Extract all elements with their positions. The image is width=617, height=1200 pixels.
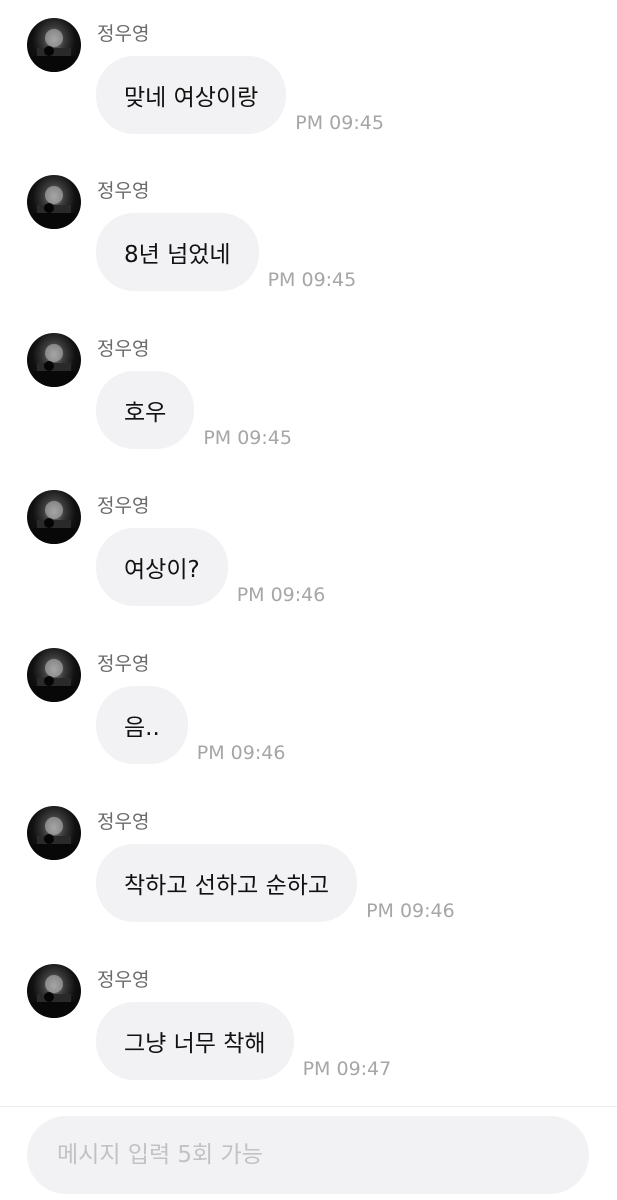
message-item: 정우영 여상이? PM 09:46 (0, 472, 617, 606)
message-time: PM 09:46 (196, 742, 286, 764)
message-bubble[interactable]: 그냥 너무 착해 (96, 1002, 294, 1080)
sender-name: 정우영 (97, 23, 150, 45)
input-divider (0, 1106, 617, 1107)
message-bubble[interactable]: 여상이? (96, 528, 228, 606)
message-bubble[interactable]: 음.. (96, 686, 188, 764)
avatar[interactable] (27, 964, 81, 1018)
message-time: PM 09:45 (267, 269, 357, 291)
message-time: PM 09:45 (203, 427, 292, 449)
message-row: 맞네 여상이랑 PM 09:45 (96, 56, 384, 134)
message-time: PM 09:47 (302, 1058, 392, 1080)
message-bubble[interactable]: 호우 (96, 371, 195, 449)
message-row: 그냥 너무 착해 PM 09:47 (96, 1002, 391, 1080)
message-time: PM 09:45 (295, 112, 384, 134)
message-row: 여상이? PM 09:46 (96, 528, 325, 606)
message-row: 호우 PM 09:45 (96, 371, 292, 449)
message-row: 착하고 선하고 순하고 PM 09:46 (96, 844, 455, 922)
message-bubble[interactable]: 8년 넘었네 (96, 213, 259, 291)
message-item: 정우영 호우 PM 09:45 (0, 315, 617, 449)
message-row: 8년 넘었네 PM 09:45 (96, 213, 356, 291)
sender-name: 정우영 (97, 495, 150, 517)
message-time: PM 09:46 (366, 900, 455, 922)
avatar[interactable] (27, 648, 81, 702)
message-input[interactable] (27, 1116, 589, 1194)
avatar[interactable] (27, 18, 81, 72)
avatar[interactable] (27, 806, 81, 860)
avatar[interactable] (27, 490, 81, 544)
message-item: 정우영 8년 넘었네 PM 09:45 (0, 157, 617, 291)
message-item: 정우영 착하고 선하고 순하고 PM 09:46 (0, 788, 617, 922)
avatar[interactable] (27, 175, 81, 229)
sender-name: 정우영 (97, 653, 150, 675)
message-item: 정우영 그냥 너무 착해 PM 09:47 (0, 946, 617, 1080)
avatar[interactable] (27, 333, 81, 387)
message-item: 정우영 맞네 여상이랑 PM 09:45 (0, 0, 617, 134)
sender-name: 정우영 (97, 969, 150, 991)
sender-name: 정우영 (97, 338, 150, 360)
message-time: PM 09:46 (236, 584, 326, 606)
message-bubble[interactable]: 맞네 여상이랑 (96, 56, 287, 134)
sender-name: 정우영 (97, 180, 150, 202)
sender-name: 정우영 (97, 811, 150, 833)
message-row: 음.. PM 09:46 (96, 686, 285, 764)
message-bubble[interactable]: 착하고 선하고 순하고 (96, 844, 358, 922)
message-item: 정우영 음.. PM 09:46 (0, 630, 617, 764)
